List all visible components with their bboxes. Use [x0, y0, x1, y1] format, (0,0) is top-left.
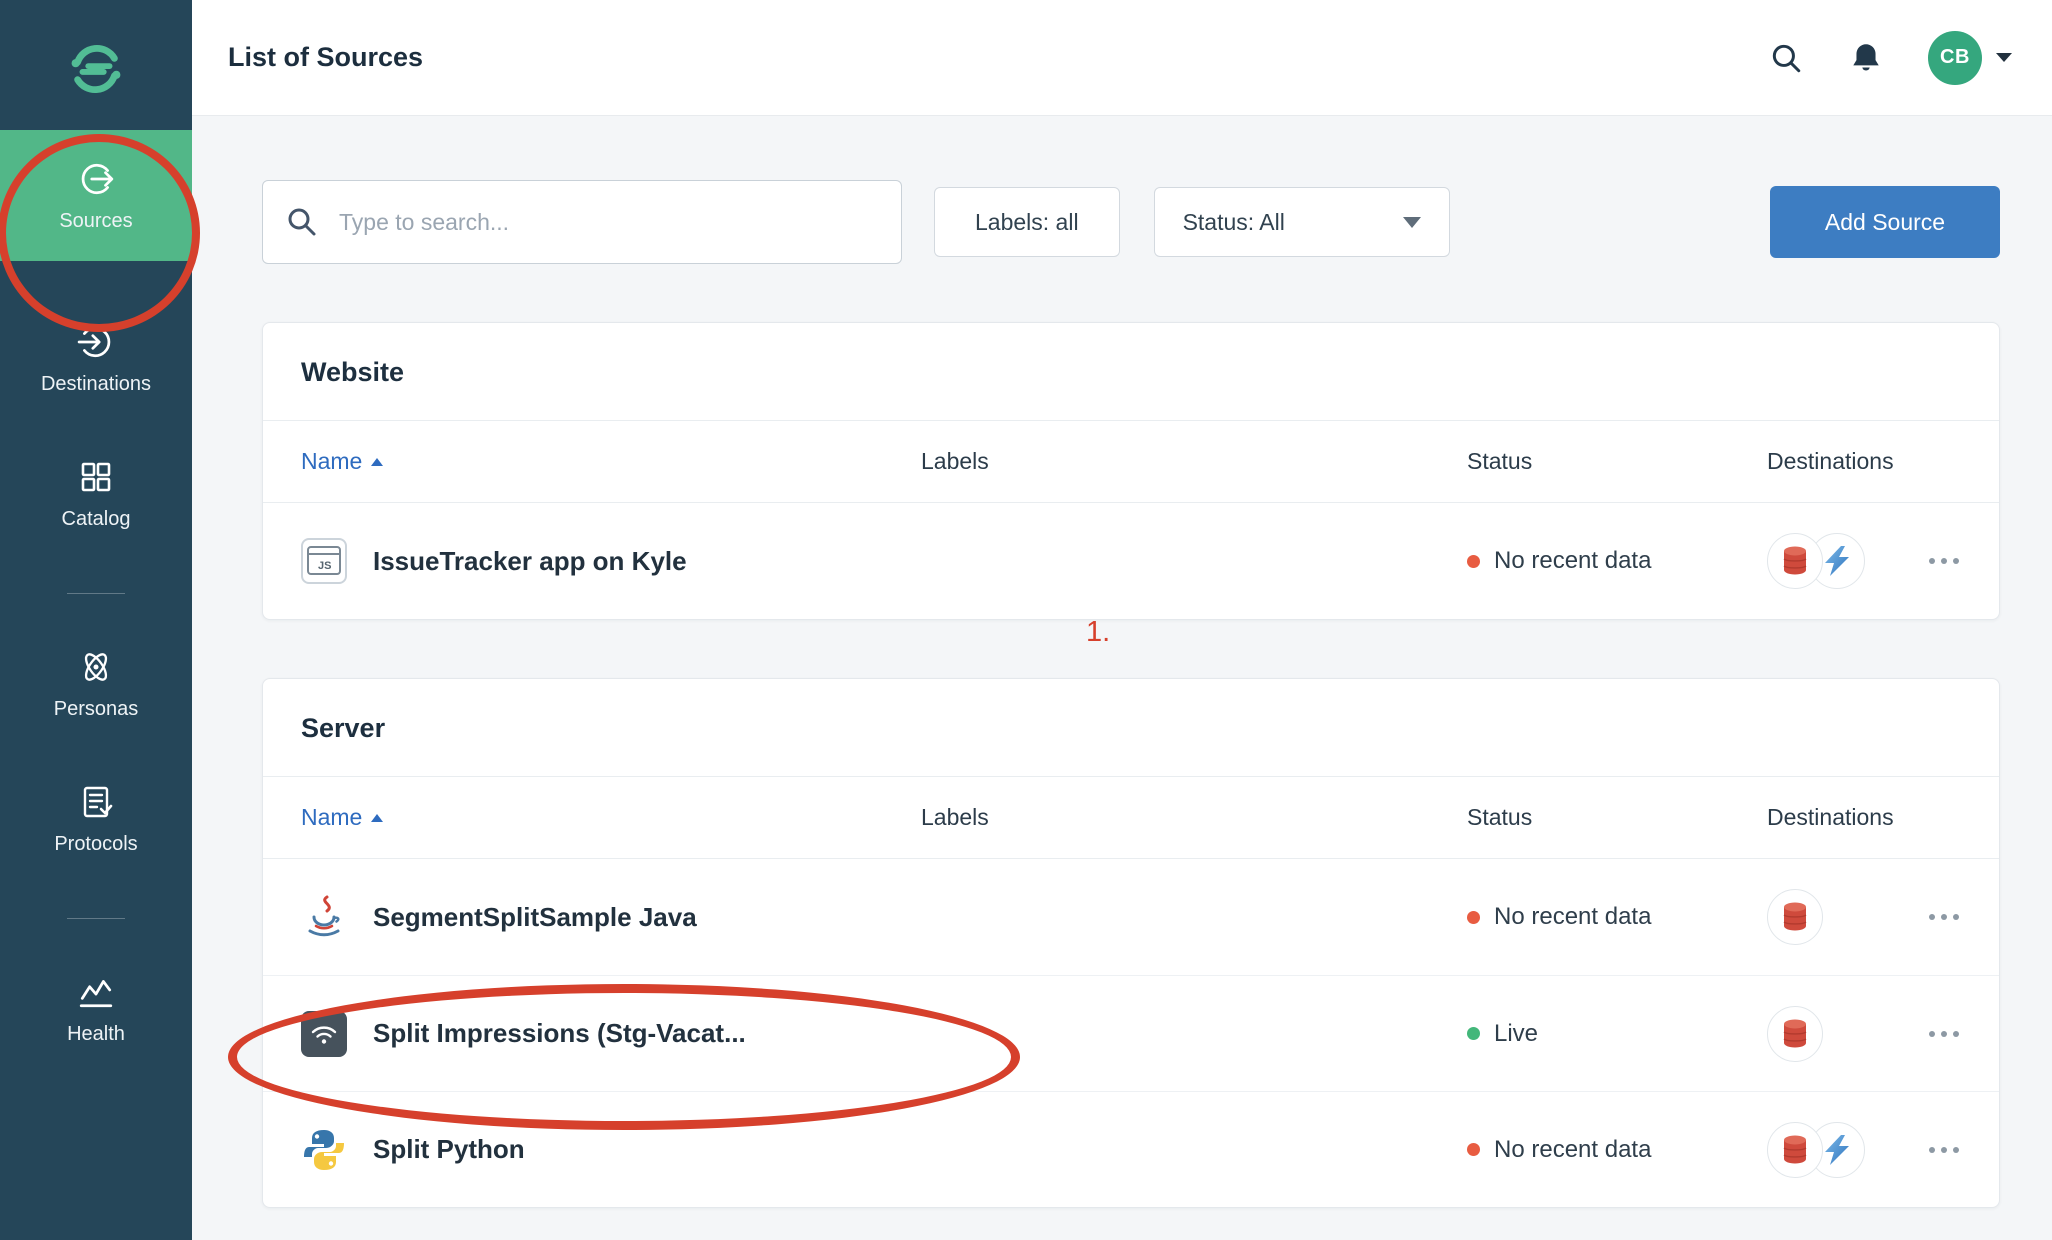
source-name: Split Python [373, 1134, 525, 1165]
source-row-split-impressions[interactable]: Split Impressions (Stg-Vacat... Live [263, 975, 1999, 1091]
status-dot [1467, 1027, 1480, 1040]
status-dot [1467, 1143, 1480, 1156]
sidebar-divider [67, 918, 125, 919]
column-header-labels: Labels [921, 448, 1467, 475]
app-window: Sources Destinations Cata [0, 0, 2052, 1240]
redshift-destination-icon[interactable] [1767, 1006, 1823, 1062]
source-row-issuetracker[interactable]: JS IssueTracker app on Kyle No recent da… [263, 503, 1999, 619]
toolbar: Labels: all Status: All Add Source [262, 180, 2000, 264]
labels-filter-button[interactable]: Labels: all [934, 187, 1120, 257]
content: Labels: all Status: All Add Source Websi… [192, 116, 2052, 1208]
health-icon [77, 973, 115, 1011]
svg-text:JS: JS [318, 560, 331, 572]
status-text: No recent data [1494, 903, 1651, 931]
source-row-java[interactable]: SegmentSplitSample Java No recent data [263, 859, 1999, 975]
table-header: Name Labels Status Destinations [263, 421, 1999, 503]
search-input-icon [286, 206, 318, 243]
sidebar-item-label: Destinations [41, 373, 151, 396]
column-header-name[interactable]: Name [301, 448, 921, 475]
sidebar-item-health[interactable]: Health [0, 973, 192, 1046]
sidebar-item-protocols[interactable]: Protocols [0, 783, 192, 856]
status-dot [1467, 555, 1480, 568]
column-header-status: Status [1467, 448, 1767, 475]
status-text: No recent data [1494, 547, 1651, 575]
search-input[interactable] [262, 180, 902, 264]
sidebar-divider [67, 593, 125, 594]
column-header-labels: Labels [921, 804, 1467, 831]
sidebar-item-label: Sources [59, 210, 132, 233]
top-bar: List of Sources CB [192, 0, 2052, 116]
row-menu-button[interactable] [1919, 1021, 1969, 1047]
column-header-status: Status [1467, 804, 1767, 831]
personas-icon [77, 648, 115, 686]
section-title: Website [263, 323, 1999, 421]
javascript-icon: JS [301, 538, 347, 584]
protocols-icon [77, 783, 115, 821]
sidebar-item-label: Catalog [62, 508, 131, 531]
destinations-icon [77, 323, 115, 361]
status-filter-label: Status: All [1183, 209, 1285, 236]
chevron-down-icon [1996, 53, 2012, 62]
status-text: No recent data [1494, 1136, 1651, 1164]
sidebar-item-label: Health [67, 1023, 125, 1046]
wifi-icon [301, 1011, 347, 1057]
table-header: Name Labels Status Destinations [263, 777, 1999, 859]
sort-asc-icon [371, 814, 383, 822]
segment-logo[interactable] [65, 34, 127, 104]
sidebar: Sources Destinations Cata [0, 0, 192, 1240]
java-icon [301, 894, 347, 940]
sidebar-item-personas[interactable]: Personas [0, 648, 192, 721]
avatar[interactable]: CB [1928, 31, 1982, 85]
source-name: IssueTracker app on Kyle [373, 546, 687, 577]
column-header-name[interactable]: Name [301, 804, 921, 831]
python-icon [301, 1127, 347, 1173]
server-sources-card: Server Name Labels Status Destinations [262, 678, 2000, 1208]
status-text: Live [1494, 1020, 1538, 1048]
page-title: List of Sources [228, 42, 423, 73]
source-name: SegmentSplitSample Java [373, 902, 697, 933]
notifications-bell-icon[interactable] [1844, 36, 1888, 80]
catalog-icon [77, 458, 115, 496]
source-row-split-python[interactable]: Split Python No recent data [263, 1091, 1999, 1207]
sidebar-item-label: Personas [54, 698, 139, 721]
column-header-destinations: Destinations [1767, 804, 1894, 831]
column-header-destinations: Destinations [1767, 448, 1894, 475]
row-menu-button[interactable] [1919, 548, 1969, 574]
status-filter-dropdown[interactable]: Status: All [1154, 187, 1450, 257]
website-sources-card: Website Name Labels Status Destinations [262, 322, 2000, 620]
row-menu-button[interactable] [1919, 1137, 1969, 1163]
row-menu-button[interactable] [1919, 904, 1969, 930]
sidebar-item-catalog[interactable]: Catalog [0, 458, 192, 531]
source-name: Split Impressions (Stg-Vacat... [373, 1018, 746, 1049]
redshift-destination-icon[interactable] [1767, 889, 1823, 945]
search-box [262, 180, 902, 264]
section-title: Server [263, 679, 1999, 777]
redshift-destination-icon[interactable] [1767, 533, 1823, 589]
status-dot [1467, 911, 1480, 924]
sidebar-item-destinations[interactable]: Destinations [0, 323, 192, 396]
chevron-down-icon [1403, 217, 1421, 228]
sort-asc-icon [371, 458, 383, 466]
user-menu[interactable]: CB [1928, 31, 2012, 85]
main-area: List of Sources CB [192, 0, 2052, 1240]
labels-filter-label: Labels: all [975, 209, 1079, 236]
sidebar-item-sources[interactable]: Sources [0, 130, 192, 261]
redshift-destination-icon[interactable] [1767, 1122, 1823, 1178]
add-source-button[interactable]: Add Source [1770, 186, 2000, 258]
search-icon[interactable] [1764, 36, 1808, 80]
sources-icon [77, 160, 115, 198]
sidebar-item-label: Protocols [54, 833, 137, 856]
